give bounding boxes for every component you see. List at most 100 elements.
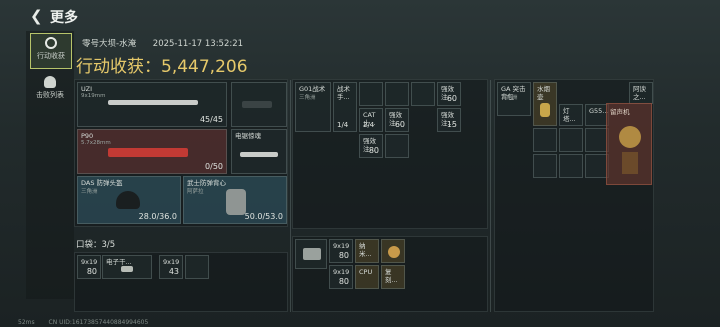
rig-empty-slot[interactable] xyxy=(359,82,383,106)
user-id: CN UID:16173857440884994605 xyxy=(48,319,149,326)
backpack-item[interactable]: 9x19 80 xyxy=(329,239,353,263)
case-item-name: 水烟壶 xyxy=(537,85,550,101)
primary-weapon-slot[interactable]: UZI 9x19mm 45/45 xyxy=(77,82,227,127)
rig-container[interactable]: G01战术 三角洲 xyxy=(295,82,331,132)
hookah-icon xyxy=(540,103,550,117)
page-title: 更多 xyxy=(50,10,78,26)
backpack-item[interactable]: CPU xyxy=(355,265,379,289)
backpack-item-count: 80 xyxy=(338,277,349,286)
melee-name: 电锯惊魂 xyxy=(235,132,261,140)
pocket-item-name: 9x19 xyxy=(163,258,180,266)
raid-datetime: 2025-11-17 13:52:21 xyxy=(152,39,244,49)
armor-sub: 阿萨拉 xyxy=(187,189,204,195)
sidebar: 行动收获 击败列表 xyxy=(26,31,74,299)
rig-panel: G01战术 三角洲 战术手... 1/4 强效注... 60 CAT止... 2… xyxy=(292,79,488,229)
rig-item[interactable]: 战术手... 1/4 xyxy=(333,82,357,132)
pocket-item[interactable]: 电子干... xyxy=(102,255,152,279)
bag-icon xyxy=(303,248,321,260)
rig-empty-slot[interactable] xyxy=(411,82,435,106)
rig-sub: 三角洲 xyxy=(299,95,316,101)
pocket-title: 口袋：3/5 xyxy=(76,240,116,250)
rig-item[interactable]: 强效注... 80 xyxy=(359,134,383,158)
backpack-item-count: 80 xyxy=(338,251,349,260)
backpack-container[interactable] xyxy=(295,239,327,269)
coin-icon xyxy=(388,246,400,258)
backpack-panel: 9x19 80 纳米... 9x19 80 CPU 复刻... xyxy=(292,236,488,312)
case-empty-slot[interactable] xyxy=(533,154,557,178)
case-item-name: 留声机 xyxy=(610,108,630,116)
pocket-item-name: 电子干... xyxy=(106,258,132,266)
case-item[interactable]: 灯塔... xyxy=(559,104,583,126)
target-icon xyxy=(45,37,57,49)
secondary-weapon-slot[interactable]: P90 5.7x28mm 0/50 xyxy=(77,129,227,174)
map-name: 零号大坝-水淹 xyxy=(82,39,137,49)
primary-weapon-caliber: 9x19mm xyxy=(81,93,106,99)
backpack-item-name: 复刻... xyxy=(385,268,398,284)
pistol-slot[interactable] xyxy=(231,82,287,127)
rig-item[interactable]: 强效注... 60 xyxy=(437,82,461,106)
rig-item-count: 2/4 xyxy=(363,121,375,129)
tab-kill-list[interactable]: 击败列表 xyxy=(30,73,70,107)
armor-name: 武士防弹背心 xyxy=(187,179,226,187)
armor-slot[interactable]: 武士防弹背心 阿萨拉 50.0/53.0 xyxy=(183,176,287,224)
pocket-item-name: 9x19 xyxy=(81,258,98,266)
top-bar: ❮ 更多 xyxy=(0,0,720,30)
case-item-rare[interactable]: 留声机 xyxy=(606,103,652,185)
case-sub: 三角洲 xyxy=(501,95,518,101)
earnings-total: 行动收获：5,447,206 xyxy=(76,57,248,77)
melee-slot[interactable]: 电锯惊魂 xyxy=(231,129,287,174)
tab-action-earnings[interactable]: 行动收获 xyxy=(30,33,72,69)
case-item[interactable]: 阿谀之... xyxy=(629,82,653,104)
chevron-left-icon[interactable]: ❮ xyxy=(30,7,43,25)
smg-icon xyxy=(108,148,188,157)
rig-item[interactable]: CAT止... 2/4 xyxy=(359,108,383,132)
rig-item[interactable]: 强效注... 15 xyxy=(437,108,461,132)
helmet-durability: 28.0/36.0 xyxy=(138,212,177,221)
helmet-name: DAS 防弹头盔 xyxy=(81,179,123,187)
backpack-item[interactable]: 9x19 80 xyxy=(329,265,353,289)
case-item-name: 阿谀之... xyxy=(633,85,646,101)
case-item-name: 灯塔... xyxy=(563,107,576,123)
chainsaw-icon xyxy=(240,152,278,157)
divider xyxy=(290,80,291,312)
case-empty-slot[interactable] xyxy=(559,154,583,178)
pocket-item[interactable]: 9x19 80 xyxy=(77,255,101,279)
backpack-item[interactable]: 复刻... xyxy=(381,265,405,289)
helmet-icon xyxy=(116,191,140,209)
ping: 52ms xyxy=(18,319,35,326)
tab-kill-list-label: 击败列表 xyxy=(36,91,64,99)
primary-weapon-ammo: 45/45 xyxy=(199,115,223,124)
primary-weapon-name: UZI xyxy=(81,85,93,93)
rifle-icon xyxy=(108,100,198,105)
case-container[interactable]: GA 突击背包 三角洲 xyxy=(497,82,531,116)
pocket-item[interactable]: 9x19 43 xyxy=(159,255,183,279)
backpack-item-name: 纳米... xyxy=(359,242,372,258)
case-empty-slot[interactable] xyxy=(559,128,583,152)
backpack-item[interactable]: 纳米... xyxy=(355,239,379,263)
pocket-item-count: 43 xyxy=(168,267,179,276)
helmet-slot[interactable]: DAS 防弹头盔 三角洲 28.0/36.0 xyxy=(77,176,181,224)
rig-item[interactable]: 强效注... 60 xyxy=(385,108,409,132)
divider xyxy=(490,80,491,312)
rig-empty-slot[interactable] xyxy=(385,82,409,106)
status-bar: 52ms CN UID:16173857440884994605 xyxy=(18,319,160,326)
rig-item-count: 1/4 xyxy=(337,121,349,129)
tab-action-earnings-label: 行动收获 xyxy=(37,52,65,60)
rig-item-name: 战术手... xyxy=(337,85,350,101)
pistol-icon xyxy=(242,101,272,108)
gramophone-base xyxy=(622,152,638,174)
backpack-item-name: 9x19 xyxy=(333,268,350,276)
pocket-panel: 9x19 80 电子干... 9x19 43 xyxy=(74,252,288,312)
rig-item-count: 60 xyxy=(394,120,405,129)
secondary-weapon-ammo: 0/50 xyxy=(205,162,223,171)
helmet-icon xyxy=(44,76,56,88)
rig-item-count: 80 xyxy=(368,146,379,155)
rig-empty-slot[interactable] xyxy=(385,134,409,158)
backpack-item-name: CPU xyxy=(359,268,373,276)
secondary-weapon-caliber: 5.7x28mm xyxy=(81,140,111,146)
pocket-empty-slot[interactable] xyxy=(185,255,209,279)
case-item[interactable]: 水烟壶 xyxy=(533,82,557,126)
backpack-item-name: 9x19 xyxy=(333,242,350,250)
backpack-item[interactable] xyxy=(381,239,405,263)
case-empty-slot[interactable] xyxy=(533,128,557,152)
